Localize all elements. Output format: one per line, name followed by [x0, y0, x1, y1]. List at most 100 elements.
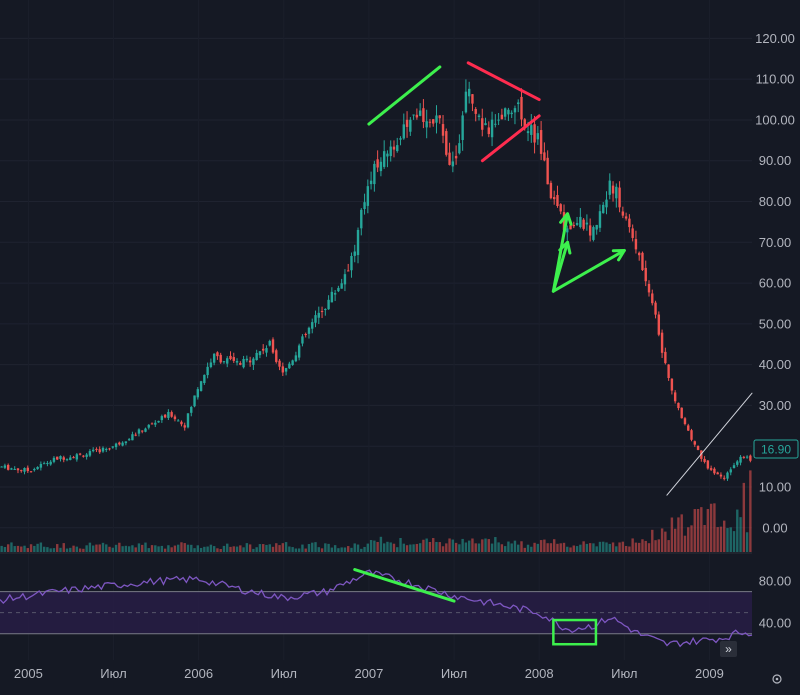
volume-bar: [670, 517, 674, 552]
price-tick-label: 100.00: [755, 112, 795, 127]
candle-body: [235, 361, 239, 363]
volume-bar: [131, 545, 134, 552]
candle-body: [409, 119, 412, 132]
price-tick-label: 70.00: [759, 235, 792, 250]
volume-bar: [719, 526, 723, 552]
volume-bar: [232, 546, 235, 552]
volume-bar: [193, 548, 196, 552]
candle-body: [26, 467, 29, 472]
candle-body: [330, 291, 334, 303]
candle-body: [628, 218, 631, 228]
candle-body: [52, 457, 56, 462]
candle-body: [294, 355, 298, 362]
candle-body: [651, 293, 654, 304]
candle-body: [670, 378, 674, 391]
volume-bar: [369, 540, 373, 552]
candle-body: [461, 115, 464, 141]
candle-body: [602, 204, 605, 214]
volume-bar: [507, 541, 510, 552]
candle-body: [503, 108, 507, 117]
volume-bar: [552, 539, 556, 552]
volume-bar: [108, 546, 111, 552]
volume-bar: [673, 528, 677, 552]
candle-body: [33, 468, 36, 471]
candle-body: [337, 287, 340, 292]
scroll-to-realtime-button[interactable]: »: [720, 641, 737, 657]
volume-bar: [62, 543, 65, 552]
double-chevron-right-icon[interactable]: »: [725, 642, 732, 656]
volume-bar: [389, 542, 392, 552]
volume-bar: [543, 539, 546, 552]
candle-body: [588, 225, 592, 236]
time-axis[interactable]: 2005 Июл 2006 Июл 2007 Июл 2008 Июл 2009: [14, 666, 724, 681]
candle-body: [373, 163, 376, 185]
candle-body: [39, 463, 43, 468]
volume-bar: [199, 547, 203, 552]
candle-body: [170, 412, 173, 417]
candle-body: [91, 449, 95, 452]
candle-body: [729, 469, 732, 473]
candle-body: [611, 185, 615, 194]
candle-body: [356, 229, 360, 256]
volume-bar: [464, 542, 468, 552]
candle-body: [98, 449, 101, 453]
volume-bar: [160, 545, 164, 552]
candle-body: [713, 468, 716, 474]
candle-body: [667, 364, 670, 378]
candle-body: [396, 145, 399, 152]
candle-body: [85, 454, 88, 457]
volume-bar: [693, 509, 696, 552]
volume-bar: [255, 547, 258, 552]
candle-body: [186, 413, 190, 428]
candle-body: [154, 422, 157, 425]
volume-bar: [245, 543, 249, 552]
candle-body: [219, 354, 222, 363]
volume-bar: [709, 503, 713, 552]
volume-bar: [556, 543, 559, 552]
candle-body: [311, 322, 314, 329]
candle-body: [242, 358, 245, 368]
volume-bar: [680, 514, 683, 552]
volume-bar: [235, 546, 239, 552]
gear-icon-hub[interactable]: [775, 677, 779, 681]
price-tick-label: 90.00: [759, 153, 792, 168]
candle-body: [644, 267, 647, 282]
candle-body: [660, 332, 664, 353]
volume-bar: [23, 545, 26, 552]
candle-body: [232, 357, 235, 361]
candle-body: [595, 224, 598, 230]
candle-body: [696, 446, 700, 450]
candle-body: [445, 131, 448, 155]
candle-body: [624, 216, 628, 219]
volume-bar: [350, 547, 353, 552]
candle-body: [10, 468, 13, 470]
volume-bar: [291, 547, 294, 552]
time-tick-label: Июл: [271, 666, 297, 681]
volume-bar: [412, 544, 415, 552]
volume-bar: [461, 538, 464, 552]
volume-bar: [445, 543, 448, 552]
volume-bar: [634, 542, 638, 552]
volume-bar: [46, 547, 49, 552]
candle-body: [709, 468, 713, 470]
candle-body: [56, 456, 59, 460]
volume-bar: [196, 545, 200, 552]
volume-bar: [65, 548, 69, 552]
candle-body: [605, 199, 608, 208]
candle-body: [88, 451, 92, 456]
volume-bar: [435, 541, 438, 552]
candle-body: [203, 374, 206, 384]
candle-body: [239, 363, 242, 365]
candle-body: [481, 118, 484, 130]
candle-body: [536, 133, 540, 140]
volume-bar: [467, 540, 471, 552]
volume-bar: [422, 539, 425, 552]
volume-bar: [448, 538, 451, 552]
chart-canvas[interactable]: 120.00 110.00 100.00 90.00 80.00 70.00 60.00 50…: [0, 0, 800, 695]
candle-body: [615, 186, 618, 199]
time-tick-label: Июл: [441, 666, 467, 681]
volume-bar: [13, 546, 16, 552]
candle-body: [539, 130, 543, 154]
volume-bar: [438, 542, 441, 552]
last-price-tag: 16.90: [753, 439, 799, 459]
